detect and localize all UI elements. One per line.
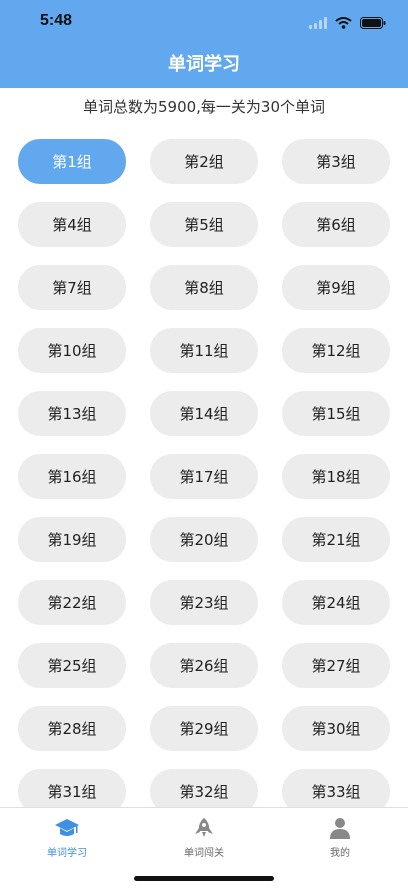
group-button[interactable]: 第3组 bbox=[282, 139, 390, 184]
wifi-icon bbox=[335, 14, 352, 33]
group-button[interactable]: 第2组 bbox=[150, 139, 258, 184]
home-indicator bbox=[134, 876, 274, 881]
group-button[interactable]: 第13组 bbox=[18, 391, 126, 436]
word-count-summary: 单词总数为5900,每一关为30个单词 bbox=[82, 98, 326, 116]
group-button[interactable]: 第27组 bbox=[282, 643, 390, 688]
group-grid: 第1组 第2组 第3组 第4组 第5组 第6组 第7组 第8组 第9组 第10组 第11组 第12组第… bbox=[18, 139, 390, 807]
group-button[interactable]: 第18组 bbox=[282, 454, 390, 499]
header-bar: 5:48 单词学习 bbox=[0, 0, 408, 88]
signal-icon bbox=[309, 14, 327, 33]
group-button[interactable]: 第5组 bbox=[150, 202, 258, 247]
tab-label: 单词闯关 bbox=[184, 848, 224, 859]
group-button[interactable]: 第14组 bbox=[150, 391, 258, 436]
group-button[interactable]: 第20组 bbox=[150, 517, 258, 562]
status-time: 5:48 bbox=[40, 12, 73, 29]
status-bar: 5:48 bbox=[0, 0, 408, 44]
group-button[interactable]: 第15组 bbox=[282, 391, 390, 436]
battery-icon bbox=[360, 14, 386, 33]
page-title: 单词学习 bbox=[168, 54, 240, 75]
group-button[interactable]: 第16组 bbox=[18, 454, 126, 499]
rocket-icon bbox=[154, 816, 254, 840]
tab-label: 我的 bbox=[330, 848, 350, 859]
person-icon bbox=[290, 816, 390, 840]
group-button[interactable]: 第31组 bbox=[18, 769, 126, 807]
group-button[interactable]: 第22组 bbox=[18, 580, 126, 625]
group-button[interactable]: 第10组 bbox=[18, 328, 126, 373]
status-icons bbox=[309, 14, 386, 33]
tab-label: 单词学习 bbox=[47, 848, 87, 859]
group-button[interactable]: 第11组 bbox=[150, 328, 258, 373]
group-button[interactable]: 第1组 bbox=[18, 139, 126, 184]
group-button[interactable]: 第33组 bbox=[282, 769, 390, 807]
group-button[interactable]: 第19组 bbox=[18, 517, 126, 562]
group-button[interactable]: 第30组 bbox=[282, 706, 390, 751]
group-button[interactable]: 第21组 bbox=[282, 517, 390, 562]
group-button[interactable]: 第4组 bbox=[18, 202, 126, 247]
group-button[interactable]: 第23组 bbox=[150, 580, 258, 625]
graduation-cap-icon bbox=[17, 816, 117, 840]
group-button[interactable]: 第26组 bbox=[150, 643, 258, 688]
tab-word-study[interactable]: 单词学习 bbox=[17, 816, 117, 859]
group-button[interactable]: 第17组 bbox=[150, 454, 258, 499]
group-button[interactable]: 第12组 bbox=[282, 328, 390, 373]
group-button[interactable]: 第9组 bbox=[282, 265, 390, 310]
group-button[interactable]: 第25组 bbox=[18, 643, 126, 688]
group-button[interactable]: 第7组 bbox=[18, 265, 126, 310]
group-button[interactable]: 第6组 bbox=[282, 202, 390, 247]
tab-word-challenge[interactable]: 单词闯关 bbox=[154, 816, 254, 859]
group-button[interactable]: 第8组 bbox=[150, 265, 258, 310]
tab-mine[interactable]: 我的 bbox=[290, 816, 390, 859]
group-button[interactable]: 第28组 bbox=[18, 706, 126, 751]
group-button[interactable]: 第24组 bbox=[282, 580, 390, 625]
group-button[interactable]: 第32组 bbox=[150, 769, 258, 807]
group-button[interactable]: 第29组 bbox=[150, 706, 258, 751]
